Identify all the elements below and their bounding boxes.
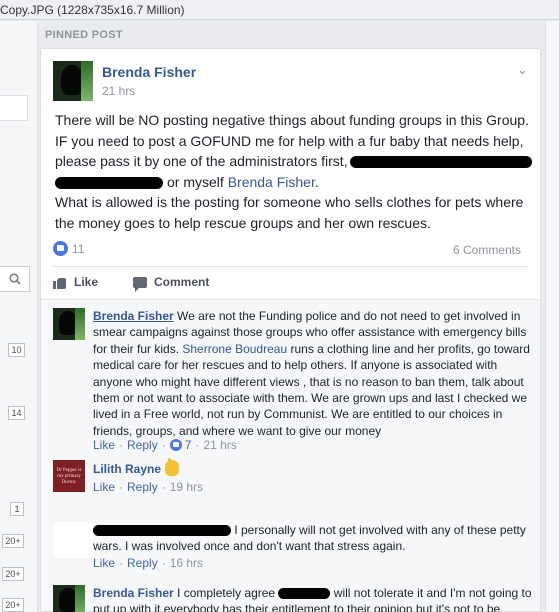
sidebar-count-badge[interactable]: 14 — [8, 406, 25, 420]
waving-hand-icon — [165, 458, 180, 476]
comment-like-link[interactable]: Like — [93, 438, 115, 452]
window-title: Copy.JPG (1228x735x16.7 Million) — [0, 3, 185, 17]
comment-reply-link[interactable]: Reply — [127, 556, 158, 570]
post-line: IF you need to post a GOFUND me for help… — [55, 132, 524, 149]
left-sidebar: 10 14 1 20+ 20+ 20+ — [0, 21, 38, 612]
comment-text: Brenda Fisher We are not the Funding pol… — [93, 309, 530, 438]
redacted-name — [349, 156, 532, 169]
commenter-name[interactable]: Brenda Fisher — [93, 586, 174, 600]
comment-button[interactable]: Comment — [133, 275, 210, 292]
commenter-avatar[interactable] — [53, 585, 85, 612]
like-reaction-icon — [169, 439, 182, 451]
comment-likes-count[interactable]: 7 — [185, 438, 192, 452]
redacted-name — [93, 525, 231, 537]
commenter-avatar[interactable] — [53, 308, 85, 340]
post-line: There will be NO posting negative things… — [55, 112, 529, 128]
comments-count[interactable]: 6 Comments — [453, 243, 521, 257]
comment-timestamp[interactable]: 21 hrs — [203, 438, 236, 452]
redacted-name — [278, 588, 331, 600]
right-scroll-region[interactable] — [545, 21, 559, 612]
comment-reply-link[interactable]: Reply — [127, 438, 158, 452]
commenter-name[interactable]: Brenda Fisher — [93, 309, 174, 323]
comment-icon — [133, 276, 147, 292]
author-avatar[interactable] — [53, 61, 93, 101]
post-line-text: please pass it by one of the administrat… — [55, 153, 348, 169]
thumbs-up-icon — [53, 276, 67, 289]
comment-reply-link[interactable]: Reply — [127, 480, 158, 494]
comment-timestamp[interactable]: 16 hrs — [170, 556, 203, 570]
sidebar-count-badge[interactable]: 10 — [8, 343, 25, 357]
post-timestamp[interactable]: 21 hrs — [102, 84, 135, 98]
redacted-name — [55, 176, 163, 189]
sidebar-count-badge[interactable]: 20+ — [2, 534, 24, 548]
like-reaction-icon[interactable] — [53, 241, 68, 257]
likes-count[interactable]: 11 — [72, 242, 84, 256]
comment-timestamp[interactable]: 19 hrs — [170, 480, 203, 494]
mention-link[interactable]: Sherrone Boudreau — [182, 342, 287, 356]
post-line: or myself Brenda Fisher. — [55, 172, 535, 193]
commenter-avatar[interactable]: Dr Pepper is my primary Doctor. — [53, 460, 85, 492]
post-author-name[interactable]: Brenda Fisher — [102, 64, 196, 80]
comment-item: Dr Pepper is my primary Doctor. Lilith R… — [53, 458, 533, 500]
like-button[interactable]: Like — [53, 275, 98, 289]
window-title-bar: Copy.JPG (1228x735x16.7 Million) — [0, 0, 559, 20]
sidebar-count-badge[interactable]: 20+ — [2, 598, 24, 612]
comment-text: I personally will not get involved with … — [93, 523, 526, 554]
post-line: please pass it by one of the administrat… — [55, 151, 535, 172]
comment-meta: Like · Reply · 19 hrs — [93, 480, 204, 494]
comment-text: Lilith Rayne — [93, 458, 533, 477]
comment-item: I personally will not get involved with … — [53, 522, 533, 570]
left-search-button[interactable] — [0, 266, 30, 292]
sidebar-count-badge[interactable]: 20+ — [2, 567, 24, 581]
divider — [53, 266, 529, 267]
post-body: There will be NO posting negative things… — [55, 110, 535, 233]
left-panel-field[interactable] — [0, 95, 28, 121]
comment-like-link[interactable]: Like — [93, 480, 115, 494]
comment-item: Brenda Fisher I completely agree will no… — [53, 585, 533, 612]
comment-text: Brenda Fisher I completely agree will no… — [93, 586, 532, 612]
comment-button-label: Comment — [154, 275, 210, 289]
comment-meta: Like · Reply · 7 · 21 hrs — [93, 438, 237, 452]
comment-meta: Like · Reply · 16 hrs — [93, 556, 204, 570]
commenter-name[interactable]: Lilith Rayne — [93, 462, 161, 476]
post-line: What is allowed is the posting for someo… — [55, 194, 524, 210]
post-line: the money goes to help rescue groups and… — [55, 214, 431, 231]
chevron-down-icon[interactable]: ⌄ — [517, 62, 528, 78]
commenter-avatar[interactable] — [53, 522, 93, 558]
pinned-post-label: PINNED POST — [45, 29, 123, 41]
like-button-label: Like — [74, 275, 99, 289]
post-line-text: or myself — [167, 173, 224, 190]
pinned-post-card: Brenda Fisher 21 hrs ⌄ There will be NO … — [40, 48, 541, 612]
sidebar-count-badge[interactable]: 1 — [10, 502, 24, 516]
comments-section: Brenda Fisher We are not the Funding pol… — [41, 299, 540, 612]
comment-item: Brenda Fisher We are not the Funding pol… — [53, 308, 533, 452]
comment-like-link[interactable]: Like — [93, 556, 115, 570]
search-icon — [8, 273, 21, 285]
author-mention-link[interactable]: Brenda Fisher — [228, 174, 315, 190]
post-stats: 11 6 Comments — [53, 241, 521, 261]
